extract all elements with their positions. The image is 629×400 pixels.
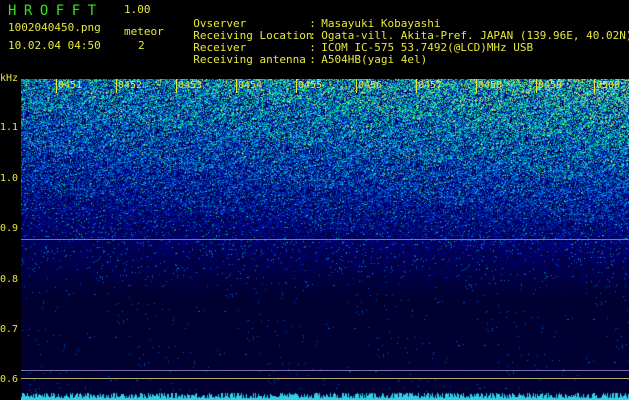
y-tick-label: 0.7 xyxy=(0,324,19,335)
y-axis: kHz 1.1 1.0 0.9 0.8 0.7 0.6 xyxy=(0,72,21,400)
y-axis-unit: kHz xyxy=(0,73,19,84)
meteor-label: meteor xyxy=(124,25,164,38)
time-tick xyxy=(594,79,595,93)
time-tick xyxy=(416,79,417,93)
version-label: 1.00 xyxy=(124,3,151,16)
time-tick xyxy=(476,79,477,93)
carrier-line xyxy=(21,239,629,240)
time-label: 0454 xyxy=(238,80,263,91)
y-tick-label: 0.6 xyxy=(0,374,19,385)
time-tick xyxy=(536,79,537,93)
time-tick xyxy=(236,79,237,93)
time-label: 0457 xyxy=(418,80,443,91)
y-tick-label: 1.1 xyxy=(0,122,19,133)
time-label: 0458 xyxy=(478,80,503,91)
antenna-row: Receiving antenna: A504HB(yagi 4el) xyxy=(180,40,427,66)
time-label: 0453 xyxy=(178,80,203,91)
baseline-line xyxy=(21,378,629,379)
time-label: 0459 xyxy=(538,80,563,91)
time-tick xyxy=(56,79,57,93)
meteor-count: 2 xyxy=(138,39,145,52)
datetime-label: 10.02.04 04:50 xyxy=(8,39,101,52)
time-tick xyxy=(296,79,297,93)
time-tick xyxy=(356,79,357,93)
reference-line xyxy=(21,370,629,371)
time-label: 0451 xyxy=(58,80,83,91)
app-title: HROFFT xyxy=(8,3,104,19)
time-label: 0456 xyxy=(358,80,383,91)
time-tick xyxy=(116,79,117,93)
y-tick-label: 1.0 xyxy=(0,173,19,184)
time-label: 0452 xyxy=(118,80,143,91)
time-tick xyxy=(176,79,177,93)
antenna-value: A504HB(yagi 4el) xyxy=(321,53,428,66)
filename-label: 1002040450.png xyxy=(8,21,101,34)
time-label: 0500 xyxy=(596,80,621,91)
separator: : xyxy=(309,53,316,66)
y-tick-label: 0.8 xyxy=(0,274,19,285)
y-tick-label: 0.9 xyxy=(0,223,19,234)
antenna-label: Receiving antenna xyxy=(193,53,306,66)
time-label: 0455 xyxy=(298,80,323,91)
